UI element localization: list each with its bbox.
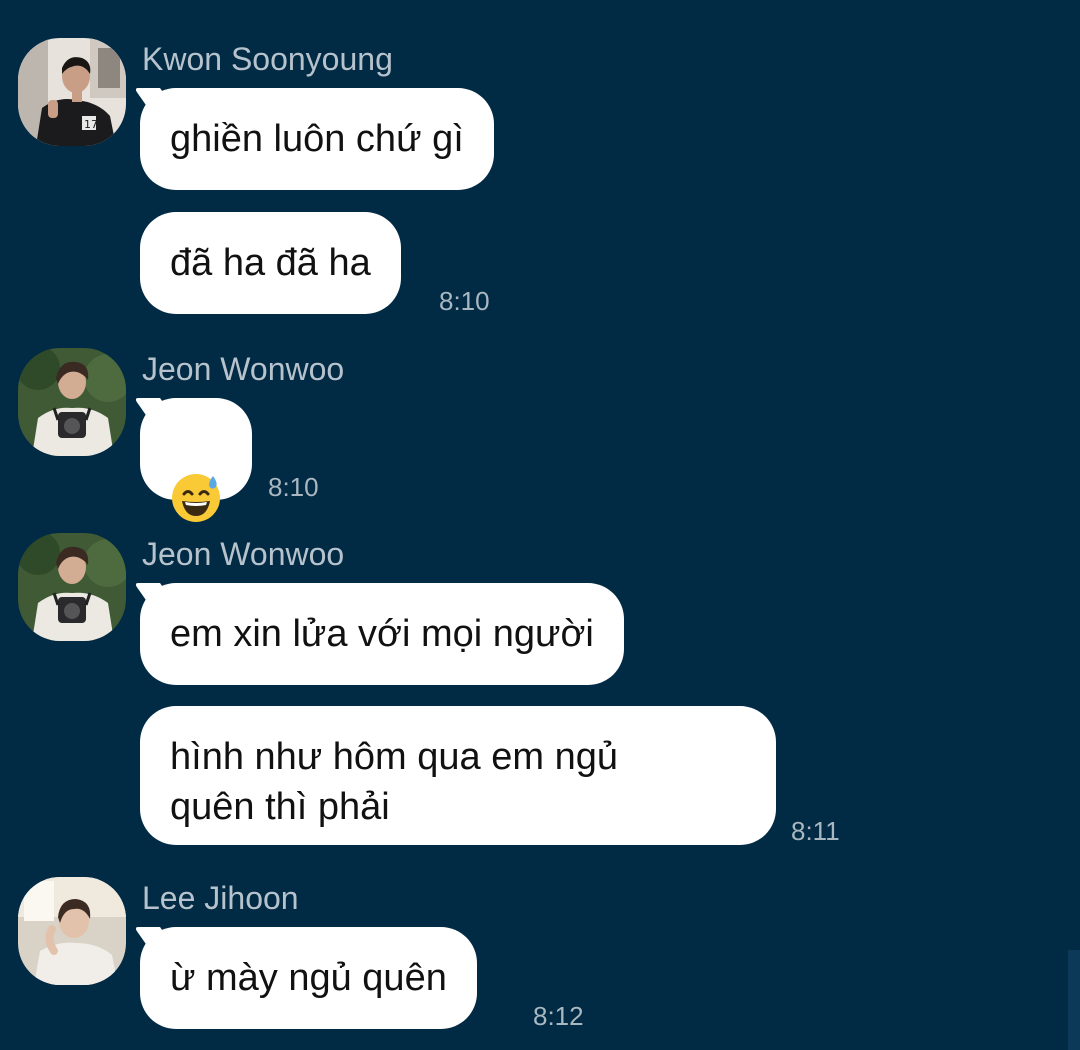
message-bubble[interactable]: em xin lửa với mọi người xyxy=(140,583,624,685)
sender-name: Jeon Wonwoo xyxy=(142,351,345,387)
profile-photo-icon: 17 xyxy=(18,38,126,146)
svg-text:17: 17 xyxy=(84,118,98,131)
avatar[interactable] xyxy=(18,348,126,456)
message-bubble[interactable]: ừ mày ngủ quên xyxy=(140,927,477,1029)
profile-photo-icon xyxy=(18,348,126,456)
message-bubble[interactable]: ghiền luôn chứ gì xyxy=(140,88,494,190)
sender-name: Jeon Wonwoo xyxy=(142,536,345,572)
message-timestamp: 8:10 xyxy=(268,472,319,502)
profile-photo-icon xyxy=(18,533,126,641)
message-bubble[interactable]: hình như hôm qua em ngủ quên thì phải xyxy=(140,706,776,845)
avatar[interactable] xyxy=(18,877,126,985)
message-bubble[interactable]: đã ha đã ha xyxy=(140,212,401,314)
scrollbar-thumb[interactable] xyxy=(1068,950,1080,1050)
message-timestamp: 8:10 xyxy=(439,286,490,316)
message-bubble[interactable] xyxy=(140,398,252,522)
chat-message-list[interactable]: 17 Kwon Soonyoung ghiền luôn chứ gì đã h… xyxy=(0,0,1080,1050)
profile-photo-icon xyxy=(18,877,126,985)
grinning-sweat-emoji-icon xyxy=(172,474,220,522)
avatar[interactable] xyxy=(18,533,126,641)
message-timestamp: 8:11 xyxy=(791,816,840,846)
message-timestamp: 8:12 xyxy=(533,1001,584,1031)
sender-name: Lee Jihoon xyxy=(142,880,299,916)
sender-name: Kwon Soonyoung xyxy=(142,41,393,77)
avatar[interactable]: 17 xyxy=(18,38,126,146)
